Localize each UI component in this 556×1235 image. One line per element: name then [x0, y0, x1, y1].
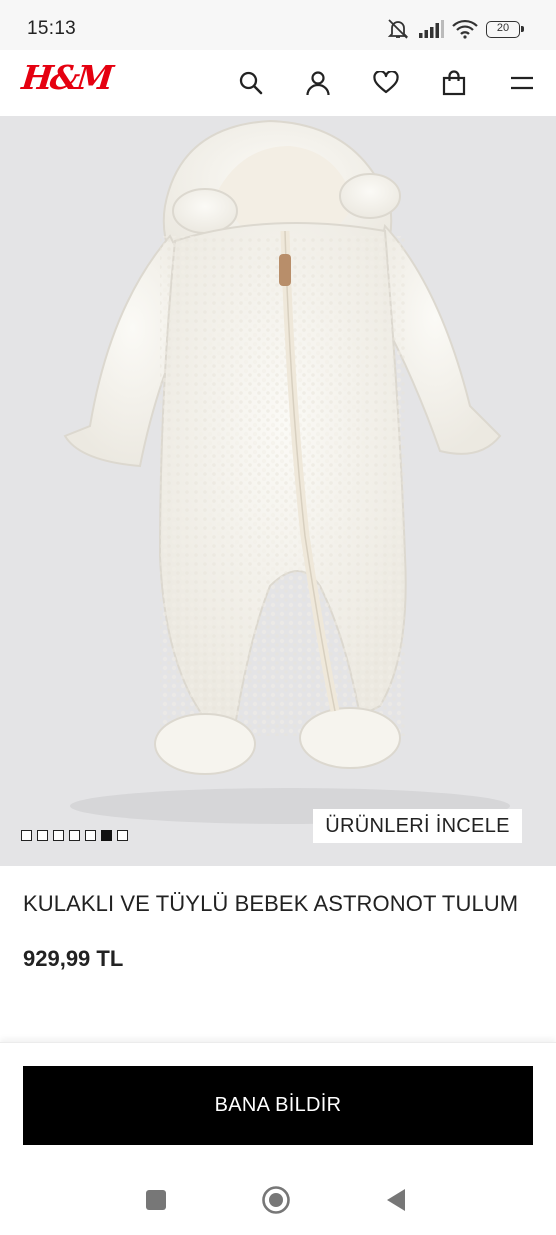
status-icons: 20	[386, 17, 524, 41]
favorites-icon[interactable]	[371, 68, 401, 98]
top-header: H&M	[0, 50, 556, 116]
account-icon[interactable]	[303, 68, 333, 98]
brand-logo[interactable]: H&M	[20, 58, 113, 97]
gallery-dot[interactable]	[37, 830, 48, 841]
status-time: 15:13	[27, 18, 77, 39]
shopping-bag-icon[interactable]	[439, 68, 469, 98]
gallery-dot[interactable]	[69, 830, 80, 841]
product-image	[63, 119, 510, 824]
mute-icon	[386, 18, 410, 40]
gallery-dot[interactable]	[117, 830, 128, 841]
product-title: KULAKLI VE TÜYLÜ BEBEK ASTRONOT TULUM	[23, 891, 519, 916]
product-image-gallery[interactable]: ÜRÜNLERİ İNCELE	[0, 116, 556, 866]
search-icon[interactable]	[236, 68, 266, 98]
signal-icon	[418, 20, 444, 38]
wifi-icon	[452, 19, 478, 39]
gallery-dot[interactable]	[53, 830, 64, 841]
home-icon[interactable]	[260, 1184, 292, 1216]
gallery-dot[interactable]	[85, 830, 96, 841]
system-navigation-bar	[0, 1162, 556, 1235]
battery-icon: 20	[486, 20, 524, 38]
product-price: 929,99 TL	[23, 946, 124, 971]
gallery-dot[interactable]	[21, 830, 32, 841]
inspect-products-button[interactable]: ÜRÜNLERİ İNCELE	[313, 809, 522, 843]
notify-me-button[interactable]: BANA BİLDİR	[23, 1066, 533, 1145]
status-bar: 15:13 20	[0, 0, 556, 50]
back-icon[interactable]	[380, 1184, 412, 1216]
menu-icon[interactable]	[507, 68, 537, 98]
gallery-dot[interactable]	[101, 830, 112, 841]
recents-icon[interactable]	[140, 1184, 172, 1216]
gallery-pagination[interactable]	[21, 830, 128, 841]
